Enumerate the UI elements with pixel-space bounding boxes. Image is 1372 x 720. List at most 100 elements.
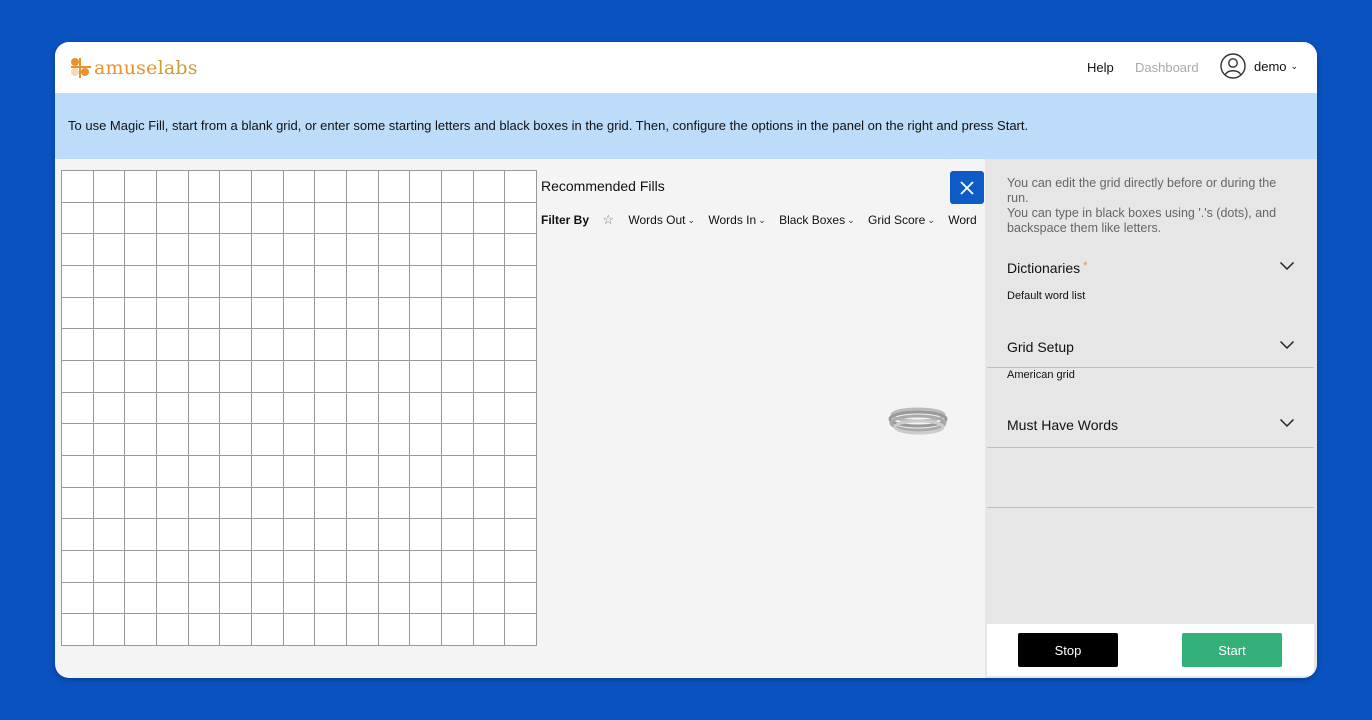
grid-cell[interactable] [378,234,411,266]
grid-cell[interactable] [251,297,284,330]
grid-cell[interactable] [505,265,537,298]
grid-cell[interactable] [410,297,442,330]
grid-cell[interactable] [251,265,284,298]
grid-cell[interactable] [93,171,126,203]
grid-cell[interactable] [378,550,411,583]
grid-cell[interactable] [93,329,126,361]
grid-cell[interactable] [378,171,411,203]
grid-cell[interactable] [251,329,284,361]
grid-cell[interactable] [346,392,379,425]
grid-cell[interactable] [473,424,506,456]
grid-cell[interactable] [378,392,411,425]
grid-cell[interactable] [93,265,126,298]
grid-cell[interactable] [93,582,126,615]
grid-cell[interactable] [505,519,537,551]
grid-cell[interactable] [441,392,474,425]
grid-cell[interactable] [156,234,189,266]
grid-cell[interactable] [410,202,442,235]
grid-cell[interactable] [410,424,442,456]
grid-cell[interactable] [188,424,221,456]
grid-cell[interactable] [283,265,316,298]
grid-cell[interactable] [441,455,474,488]
grid-cell[interactable] [125,519,157,551]
filter-black-boxes[interactable]: Black Boxes ⌄ [779,213,855,227]
grid-cell[interactable] [251,392,284,425]
grid-cell[interactable] [283,234,316,266]
grid-cell[interactable] [441,234,474,266]
grid-cell[interactable] [410,487,442,520]
grid-cell[interactable] [93,360,126,393]
grid-setup-header[interactable]: Grid Setup [1007,339,1074,355]
grid-cell[interactable] [473,265,506,298]
grid-cell[interactable] [315,202,347,235]
grid-cell[interactable] [125,265,157,298]
grid-cell[interactable] [156,171,189,203]
dictionaries-header[interactable]: Dictionaries * [1007,260,1087,276]
grid-cell[interactable] [505,455,537,488]
grid-cell[interactable] [473,297,506,330]
grid-cell[interactable] [251,614,284,646]
grid-cell[interactable] [441,329,474,361]
grid-cell[interactable] [346,234,379,266]
grid-cell[interactable] [315,360,347,393]
grid-cell[interactable] [505,424,537,456]
grid-cell[interactable] [315,265,347,298]
grid-cell[interactable] [62,455,94,488]
grid-cell[interactable] [62,297,94,330]
grid-cell[interactable] [410,550,442,583]
grid-cell[interactable] [93,234,126,266]
grid-cell[interactable] [473,582,506,615]
grid-cell[interactable] [378,329,411,361]
grid-cell[interactable] [220,329,252,361]
grid-cell[interactable] [188,392,221,425]
grid-cell[interactable] [220,614,252,646]
grid-cell[interactable] [473,519,506,551]
grid-cell[interactable] [220,234,252,266]
grid-cell[interactable] [251,455,284,488]
grid-cell[interactable] [156,297,189,330]
grid-cell[interactable] [505,171,537,203]
grid-cell[interactable] [378,202,411,235]
grid-cell[interactable] [62,519,94,551]
grid-cell[interactable] [62,582,94,615]
crossword-grid[interactable] [61,170,537,646]
grid-cell[interactable] [346,424,379,456]
grid-cell[interactable] [473,202,506,235]
grid-cell[interactable] [156,202,189,235]
grid-cell[interactable] [156,424,189,456]
grid-cell[interactable] [188,234,221,266]
grid-cell[interactable] [378,360,411,393]
grid-cell[interactable] [62,265,94,298]
grid-cell[interactable] [441,171,474,203]
grid-cell[interactable] [220,424,252,456]
grid-cell[interactable] [315,329,347,361]
grid-cell[interactable] [315,424,347,456]
chevron-down-icon[interactable] [1279,418,1295,428]
grid-cell[interactable] [188,297,221,330]
grid-cell[interactable] [156,360,189,393]
grid-cell[interactable] [378,265,411,298]
grid-cell[interactable] [441,582,474,615]
grid-cell[interactable] [125,455,157,488]
grid-cell[interactable] [125,550,157,583]
grid-cell[interactable] [62,424,94,456]
grid-cell[interactable] [473,550,506,583]
grid-cell[interactable] [156,265,189,298]
grid-cell[interactable] [125,424,157,456]
grid-cell[interactable] [93,297,126,330]
grid-cell[interactable] [156,487,189,520]
grid-cell[interactable] [251,202,284,235]
grid-cell[interactable] [220,265,252,298]
grid-cell[interactable] [315,392,347,425]
star-icon[interactable]: ☆ [602,212,614,228]
grid-cell[interactable] [505,329,537,361]
grid-cell[interactable] [156,550,189,583]
grid-cell[interactable] [505,487,537,520]
grid-cell[interactable] [346,360,379,393]
grid-cell[interactable] [188,487,221,520]
grid-cell[interactable] [283,202,316,235]
grid-cell[interactable] [125,234,157,266]
grid-cell[interactable] [220,202,252,235]
grid-cell[interactable] [220,392,252,425]
grid-cell[interactable] [220,297,252,330]
